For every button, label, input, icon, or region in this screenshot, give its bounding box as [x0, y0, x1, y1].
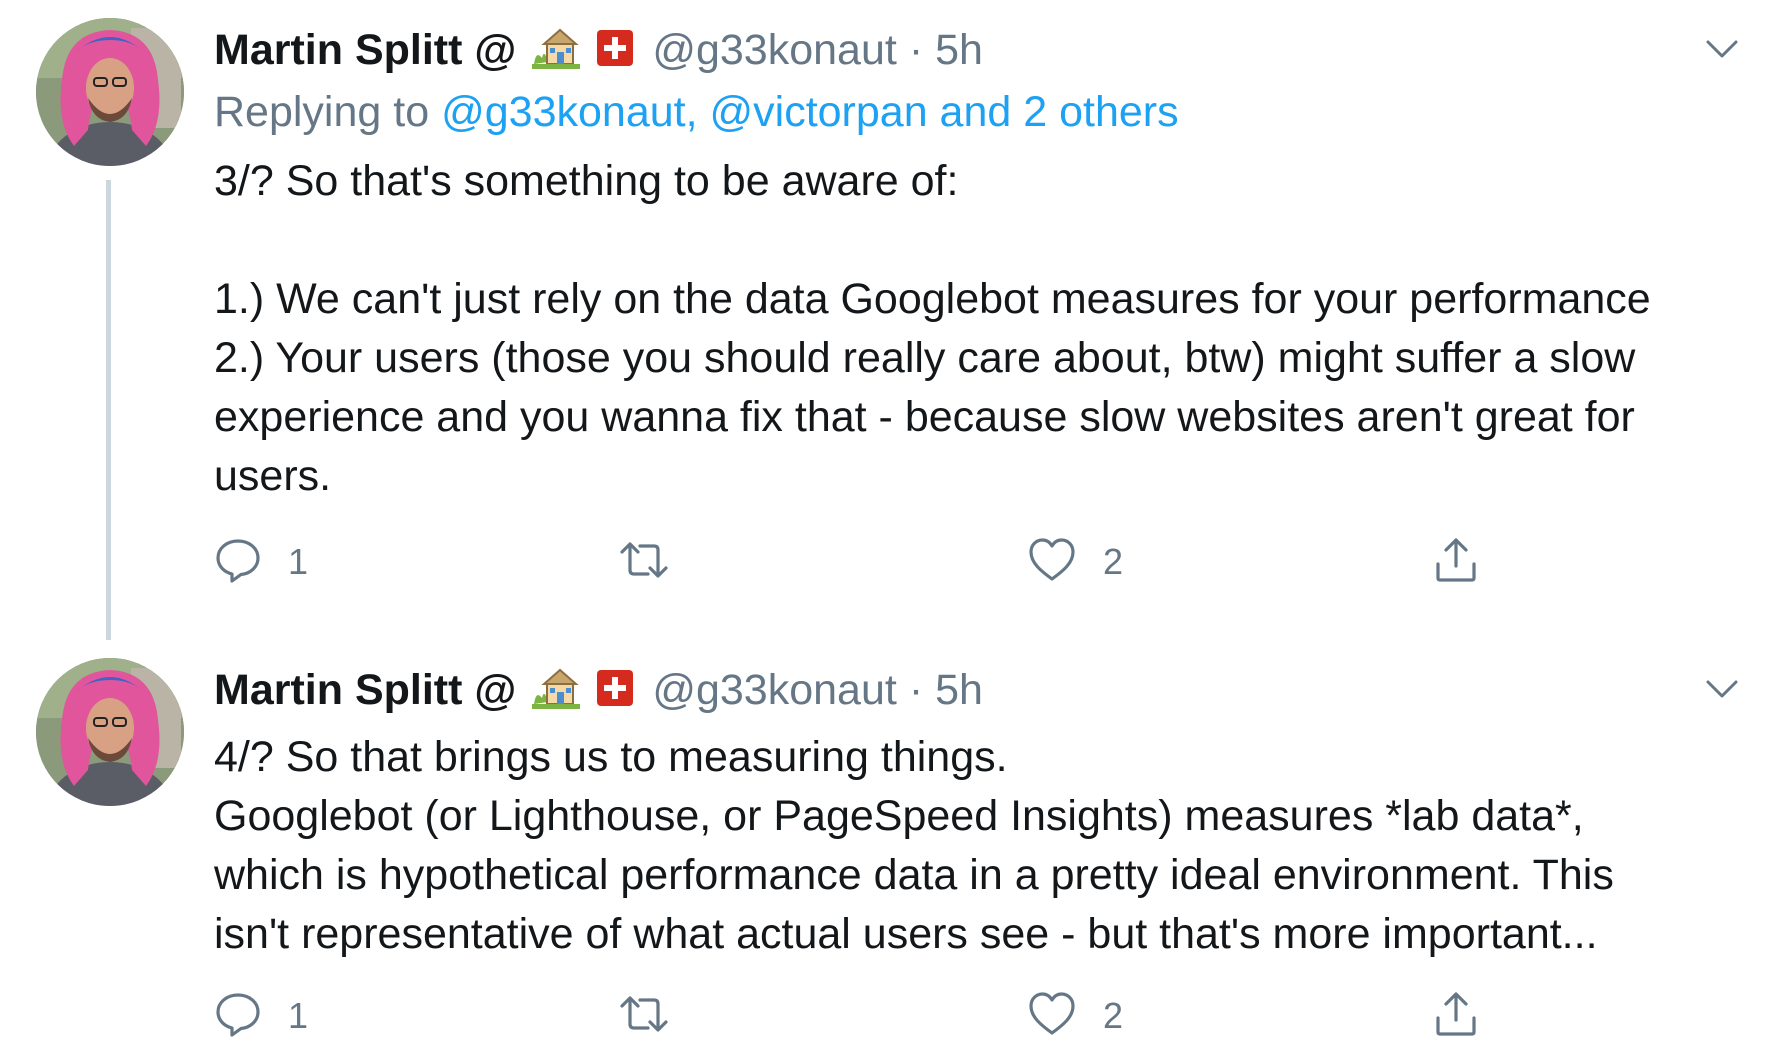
- tweet-text-line: users.: [214, 452, 332, 500]
- timestamp[interactable]: 5h: [935, 666, 983, 715]
- tweet-header: Martin Splitt @ @g33konaut · 5h: [214, 660, 983, 720]
- replying-to-label: Replying to: [214, 88, 430, 136]
- reply-button[interactable]: 1: [214, 534, 308, 590]
- tweet-text-line: 2.) Your users (those you should really …: [214, 334, 1636, 382]
- like-button[interactable]: 2: [1027, 988, 1123, 1044]
- tweet-text-line: experience and you wanna fix that - beca…: [214, 393, 1635, 441]
- tweet-text-line: which is hypothetical performance data i…: [214, 851, 1614, 899]
- display-name[interactable]: Martin Splitt @: [214, 26, 516, 75]
- retweet-button[interactable]: [618, 988, 696, 1044]
- tweet-text-line: 3/? So that's something to be aware of:: [214, 157, 959, 205]
- tweet-text-line: Googlebot (or Lighthouse, or PageSpeed I…: [214, 792, 1584, 840]
- reply-count: 1: [288, 541, 309, 582]
- user-handle[interactable]: @g33konaut: [652, 26, 897, 75]
- tweet[interactable]: Martin Splitt @ @g33: [0, 640, 1771, 1059]
- share-icon: [1432, 536, 1480, 589]
- separator-dot: ·: [908, 665, 924, 714]
- tweet-actions: 1 2: [214, 534, 1514, 590]
- tweet-text-line: isn't representative of what actual user…: [214, 910, 1598, 958]
- tweet-text-line: 4/? So that brings us to measuring thing…: [214, 733, 1008, 781]
- like-button[interactable]: 2: [1027, 534, 1123, 590]
- tweet-text-line: [214, 211, 1744, 270]
- tweet-text-line: 1.) We can't just rely on the data Googl…: [214, 275, 1651, 323]
- like-count: 2: [1103, 541, 1124, 582]
- share-icon: [1432, 990, 1480, 1043]
- chevron-down-icon[interactable]: [1700, 668, 1744, 712]
- heart-icon: [1027, 536, 1077, 589]
- tweet-actions: 1 2: [214, 988, 1514, 1044]
- share-button[interactable]: [1432, 534, 1480, 590]
- share-button[interactable]: [1432, 988, 1480, 1044]
- comment-icon: [214, 536, 262, 589]
- swiss-flag-icon: [596, 669, 634, 712]
- tweet-thread: Martin Splitt @ @g33konaut · 5h Replying…: [0, 0, 1771, 1059]
- avatar[interactable]: [36, 18, 184, 166]
- reply-mentions-link[interactable]: @g33konaut, @victorpan and 2 others: [441, 88, 1179, 136]
- tweet-text: 4/? So that brings us to measuring thing…: [214, 728, 1744, 964]
- thread-connector-line: [106, 180, 111, 640]
- comment-icon: [214, 990, 262, 1043]
- tweet-text: 3/? So that's something to be aware of: …: [214, 152, 1744, 506]
- replying-to: Replying to @g33konaut, @victorpan and 2…: [214, 88, 1179, 137]
- chevron-down-icon[interactable]: [1700, 28, 1744, 72]
- heart-icon: [1027, 990, 1077, 1043]
- swiss-flag-icon: [596, 29, 634, 72]
- avatar[interactable]: [36, 658, 184, 806]
- like-count: 2: [1103, 995, 1124, 1036]
- timestamp[interactable]: 5h: [935, 26, 983, 75]
- retweet-icon: [618, 536, 670, 589]
- tweet-header: Martin Splitt @ @g33konaut · 5h: [214, 20, 983, 80]
- display-name[interactable]: Martin Splitt @: [214, 666, 516, 715]
- house-with-garden-icon: [530, 24, 582, 77]
- reply-button[interactable]: 1: [214, 988, 308, 1044]
- house-with-garden-icon: [530, 664, 582, 717]
- reply-count: 1: [288, 995, 309, 1036]
- retweet-icon: [618, 990, 670, 1043]
- tweet[interactable]: Martin Splitt @ @g33: [0, 0, 1771, 640]
- retweet-button[interactable]: [618, 534, 696, 590]
- separator-dot: ·: [908, 25, 924, 74]
- user-handle[interactable]: @g33konaut: [652, 666, 897, 715]
